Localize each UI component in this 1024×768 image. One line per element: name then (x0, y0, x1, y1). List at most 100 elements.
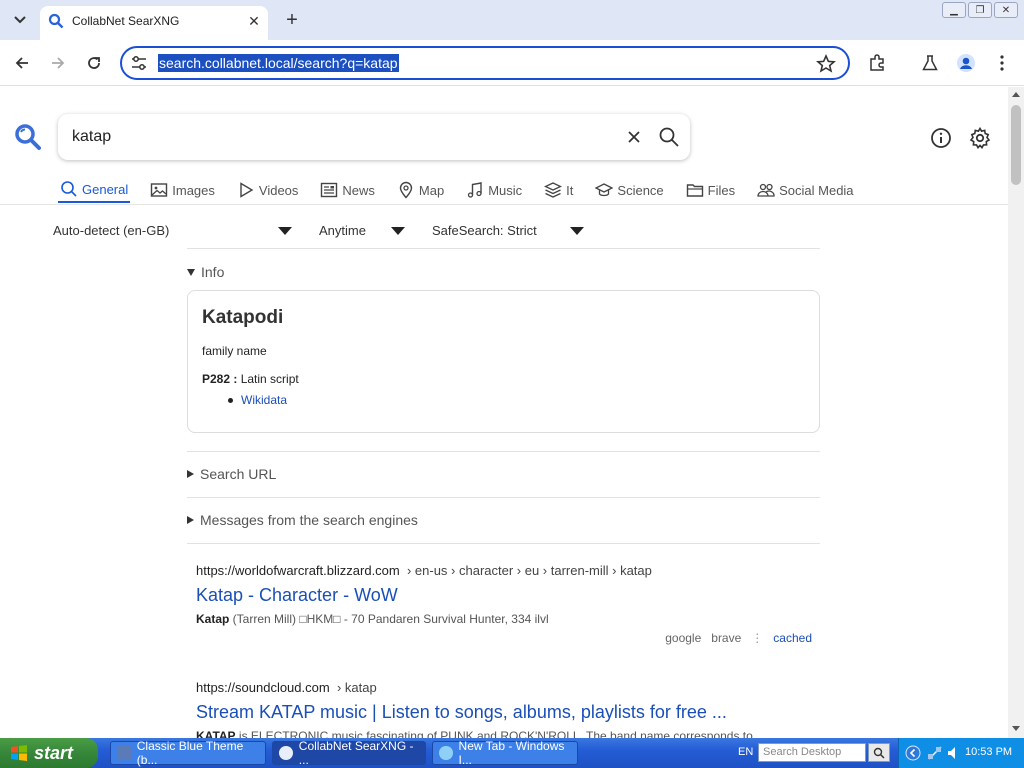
snippet-highlight: KATAP (196, 729, 236, 738)
wikidata-link[interactable]: Wikidata (241, 393, 287, 407)
search-submit-icon[interactable] (658, 126, 680, 148)
restore-button[interactable]: ❐ (968, 2, 992, 18)
tab-map[interactable]: Map (395, 177, 446, 203)
taskbar-item[interactable]: Classic Blue Theme (b... (110, 739, 266, 767)
browser-tab[interactable]: CollabNet SearXNG ✕ (40, 6, 268, 40)
result-path: › en-us › character › eu › tarren-mill ›… (406, 563, 652, 578)
tab-label: Files (707, 182, 736, 198)
tab-music[interactable]: Music (464, 177, 524, 203)
chrome-icon (279, 746, 293, 760)
minimize-button[interactable]: ▁ (942, 2, 966, 18)
taskbar-item[interactable]: New Tab - Windows I... (432, 739, 578, 767)
address-bar[interactable]: search.collabnet.local/search?q=katap (120, 46, 850, 80)
tab-images[interactable]: Images (148, 177, 217, 203)
tab-search-button[interactable] (8, 8, 32, 32)
chevron-down-icon[interactable] (570, 227, 584, 235)
info-section-label: Info (201, 264, 225, 280)
profile-avatar-icon[interactable] (955, 52, 977, 74)
divider (187, 497, 820, 498)
result-url[interactable]: https://soundcloud.com › katap (196, 680, 816, 695)
tab-label: Videos (258, 182, 299, 198)
site-settings-icon[interactable] (130, 55, 148, 71)
result-url[interactable]: https://worldofwarcraft.blizzard.com › e… (196, 563, 816, 578)
layers-icon (544, 182, 563, 198)
tab-general[interactable]: General (58, 177, 131, 203)
language-select[interactable]: Auto-detect (en-GB) (53, 223, 169, 238)
chevron-down-icon[interactable] (278, 227, 292, 235)
tab-title: CollabNet SearXNG (72, 14, 180, 28)
result-title[interactable]: Katap - Character - WoW (196, 585, 816, 606)
bookmark-star-icon[interactable] (816, 54, 836, 74)
page-content: katap General Images Videos News Map Mus… (0, 87, 1008, 738)
tab-label: News (342, 182, 375, 198)
page-scrollbar[interactable] (1008, 87, 1024, 738)
tab-science[interactable]: Science (593, 177, 665, 203)
language-indicator[interactable]: EN (738, 746, 753, 758)
tab-social-media[interactable]: Social Media (755, 177, 855, 203)
result-path: › katap (336, 680, 377, 695)
clear-search-icon[interactable] (624, 127, 644, 147)
chevron-down-icon (14, 16, 26, 24)
tab-label: Map (418, 182, 445, 198)
taskbar: start Classic Blue Theme (b... CollabNet… (0, 738, 1024, 768)
new-tab-button[interactable]: + (282, 9, 302, 31)
arrow-right-icon (52, 57, 65, 69)
url-text[interactable]: search.collabnet.local/search?q=katap (158, 54, 399, 72)
back-button[interactable] (10, 51, 34, 75)
result-snippet: Katap (Tarren Mill) □HKM□ - 70 Pandaren … (196, 612, 816, 626)
tab-it[interactable]: It (542, 177, 575, 203)
result-title[interactable]: Stream KATAP music | Listen to songs, al… (196, 702, 816, 723)
result-domain: https://soundcloud.com (196, 680, 330, 695)
chevron-down-icon[interactable] (391, 227, 405, 235)
engine-messages-label: Messages from the search engines (200, 512, 418, 528)
network-icon[interactable] (927, 745, 943, 761)
info-section-toggle[interactable]: Info (187, 264, 224, 280)
ie-icon (439, 746, 453, 760)
tab-files[interactable]: Files (684, 177, 737, 203)
taskbar-item-label: New Tab - Windows I... (458, 739, 565, 767)
info-icon[interactable] (930, 127, 952, 149)
taskbar-item[interactable]: CollabNet SearXNG - ... (272, 739, 426, 767)
windows-logo-icon (11, 745, 27, 761)
cached-link[interactable]: cached (773, 631, 812, 645)
search-url-label: Search URL (200, 466, 277, 482)
engine-label: google (665, 631, 702, 645)
close-window-button[interactable]: ✕ (994, 2, 1018, 18)
engine-messages-toggle[interactable]: Messages from the search engines (187, 512, 418, 528)
more-menu-icon[interactable] (991, 52, 1013, 74)
safesearch-select[interactable]: SafeSearch: Strict (432, 223, 537, 238)
forward-button[interactable] (46, 51, 70, 75)
newspaper-icon (321, 182, 338, 198)
scroll-thumb[interactable] (1011, 105, 1021, 185)
scroll-down-icon[interactable] (1012, 726, 1020, 732)
search-box: katap (58, 114, 690, 160)
infobox-link-item: Wikidata (228, 393, 287, 407)
tab-label: Science (617, 182, 664, 198)
clock[interactable]: 10:53 PM (965, 746, 1012, 758)
reload-button[interactable] (82, 51, 106, 75)
tab-news[interactable]: News (318, 177, 377, 203)
start-button[interactable]: start (0, 738, 98, 768)
search-result: https://soundcloud.com › katap Stream KA… (196, 680, 816, 738)
result-domain: https://worldofwarcraft.blizzard.com (196, 563, 400, 578)
time-range-select[interactable]: Anytime (319, 223, 366, 238)
bullet-icon (228, 397, 233, 403)
divider (0, 204, 1008, 205)
desktop-search-button[interactable] (868, 743, 890, 762)
attribute-value: Latin script (240, 372, 299, 386)
divider (187, 543, 820, 544)
tab-videos[interactable]: Videos (235, 177, 301, 203)
volume-icon[interactable] (947, 745, 961, 761)
search-input[interactable]: katap (72, 128, 111, 146)
tray-expand-icon[interactable] (905, 745, 921, 761)
scroll-up-icon[interactable] (1012, 91, 1020, 97)
gear-icon[interactable] (968, 126, 992, 150)
searxng-logo-icon[interactable] (14, 123, 42, 151)
labs-flask-icon[interactable] (919, 52, 941, 74)
extensions-icon[interactable] (866, 52, 888, 74)
search-url-toggle[interactable]: Search URL (187, 466, 276, 482)
infobox-attribute: P282 : Latin script (202, 372, 299, 386)
close-tab-icon[interactable]: ✕ (244, 11, 264, 31)
desktop-search-input[interactable]: Search Desktop (758, 743, 866, 762)
tab-label: It (566, 182, 574, 198)
